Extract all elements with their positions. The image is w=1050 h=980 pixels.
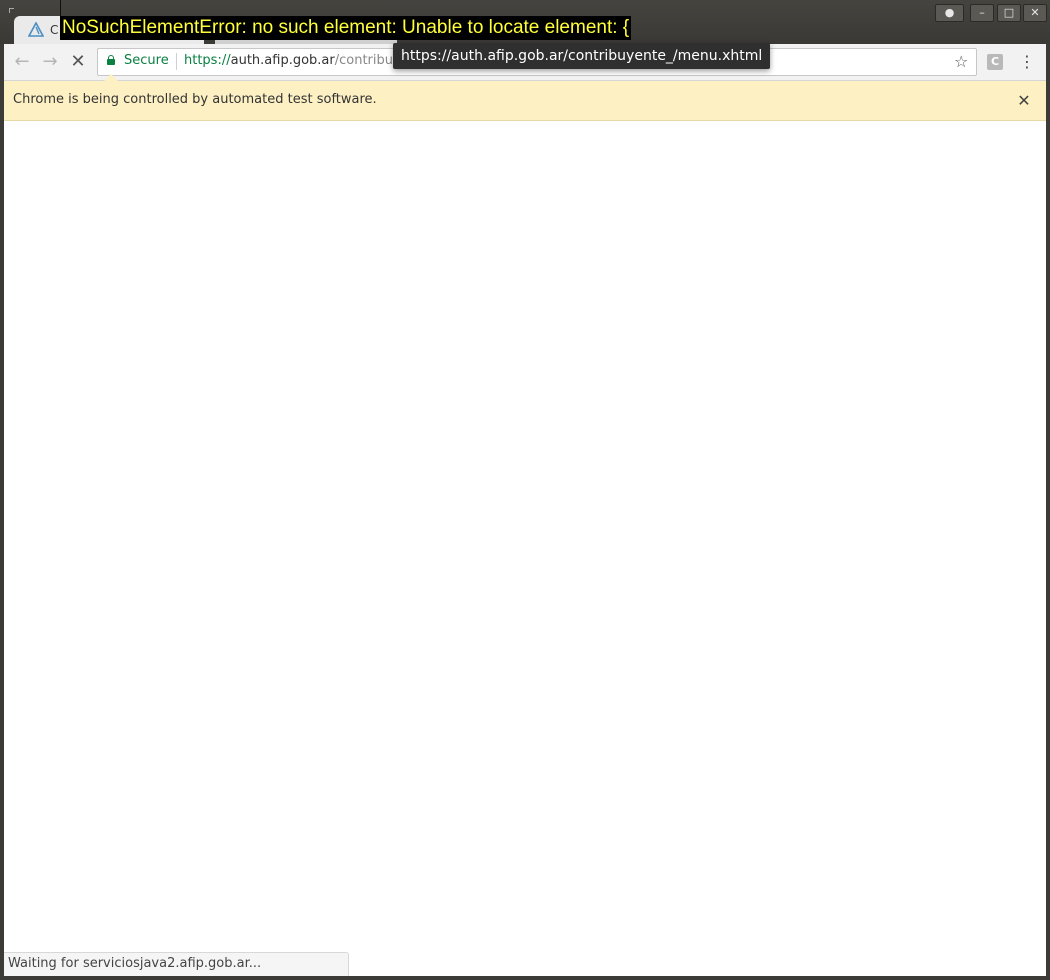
extension-icon[interactable]: C (987, 54, 1003, 70)
afip-logo-icon (28, 22, 44, 37)
bookmark-star-icon[interactable]: ☆ (954, 52, 968, 71)
tab-title: C (50, 23, 59, 37)
maximize-icon: □ (1003, 6, 1015, 19)
address-separator (176, 53, 177, 70)
back-button[interactable]: ← (12, 52, 32, 72)
user-profile-button[interactable]: ● (935, 4, 964, 22)
close-window-button[interactable]: ✕ (1023, 4, 1047, 22)
url-tooltip: https://auth.afip.gob.ar/contribuyente_/… (393, 43, 771, 69)
infobar-close-button[interactable]: ✕ (1016, 91, 1032, 110)
page-content (4, 121, 1046, 977)
url-host: auth.afip.gob.ar (230, 53, 335, 68)
close-icon: ✕ (1030, 6, 1040, 19)
url-path: /contribuy (334, 53, 401, 68)
infobar-message: Chrome is being controlled by automated … (13, 92, 377, 107)
lock-icon[interactable] (107, 55, 115, 65)
window-bottom-border (0, 976, 1050, 980)
user-icon: ● (944, 6, 955, 19)
forward-button[interactable]: → (40, 52, 60, 72)
minimize-icon: – (979, 6, 985, 19)
url-scheme: https (184, 53, 218, 68)
window-corner-mark (9, 8, 14, 13)
minimize-button[interactable]: – (970, 4, 994, 22)
error-overlay: NoSuchElementError: no such element: Una… (60, 16, 632, 40)
browser-window: C ● – □ ✕ ← → ✕ Secure https://auth.afip… (0, 0, 1050, 980)
status-text: Waiting for serviciosjava2.afip.gob.ar..… (8, 956, 262, 971)
stop-loading-button[interactable]: ✕ (68, 52, 88, 72)
url-text[interactable]: https://auth.afip.gob.ar/contribuy (184, 53, 401, 68)
maximize-button[interactable]: □ (997, 4, 1021, 22)
url-separator: :// (217, 53, 231, 68)
menu-kebab-icon[interactable]: ⋮ (1019, 52, 1035, 71)
secure-label[interactable]: Secure (124, 53, 169, 68)
